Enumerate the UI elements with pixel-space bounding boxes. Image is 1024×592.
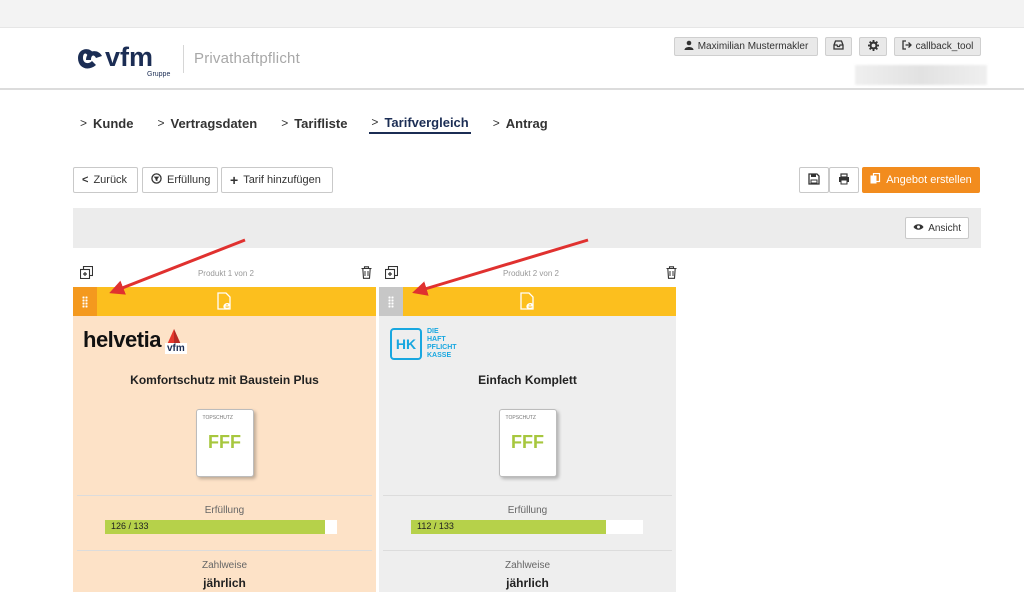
product-position-label: Produkt 1 von 2: [197, 269, 255, 278]
chevron-right-icon: >: [281, 116, 289, 130]
trash-icon[interactable]: [666, 266, 677, 282]
product-name: Einfach Komplett: [478, 373, 577, 387]
process-steps-nav: > Kunde > Vertragsdaten > Tarifliste > Tarif…: [78, 112, 570, 138]
chevron-right-icon: >: [80, 116, 88, 130]
filter-circle-icon: [151, 173, 162, 187]
app-title: Privathaftpflicht: [194, 50, 300, 67]
copy-document-icon: [870, 172, 881, 188]
step-vertragsdaten[interactable]: > Vertragsdaten: [155, 112, 259, 134]
step-kunde[interactable]: > Kunde: [78, 112, 135, 134]
document-e-icon[interactable]: e: [216, 292, 233, 311]
product-action-bar: e: [73, 287, 376, 316]
rating-seal: TOPSCHUTZ FFF: [195, 409, 254, 477]
browser-top-strip: [0, 0, 1024, 28]
logo-separator: [183, 45, 184, 73]
logout-label: callback_tool: [915, 41, 974, 52]
save-icon: [808, 172, 820, 188]
drag-handle[interactable]: [73, 287, 97, 316]
sign-out-icon: [901, 40, 912, 53]
plus-icon: +: [230, 172, 239, 188]
print-button[interactable]: [829, 167, 859, 193]
svg-text:e: e: [526, 299, 534, 311]
product-1-header: Produkt 1 von 2: [78, 265, 374, 284]
vfm-logo: vfm Gruppe: [78, 42, 170, 78]
divider: [77, 495, 372, 496]
drag-dots-icon: [388, 295, 394, 308]
logout-button[interactable]: callback_tool: [894, 37, 981, 56]
fulfillment-label: Erfüllung: [507, 505, 548, 516]
inbox-icon: [833, 40, 844, 53]
user-label: Maximilian Mustermakler: [697, 41, 809, 52]
product-name: Komfortschutz mit Baustein Plus: [130, 373, 319, 387]
inbox-button[interactable]: [825, 37, 852, 56]
product-position-label: Produkt 2 von 2: [502, 269, 560, 278]
fulfillment-label: Erfüllung: [204, 505, 245, 516]
print-icon: [838, 172, 850, 188]
chevron-right-icon: >: [157, 116, 165, 130]
view-button[interactable]: Ansicht: [905, 217, 969, 239]
user-icon: [684, 40, 694, 53]
save-button[interactable]: [799, 167, 829, 193]
gear-icon: [867, 39, 879, 54]
product-action-bar: e: [379, 287, 676, 316]
divider: [383, 550, 672, 551]
vfm-badge: vfm: [165, 343, 187, 354]
step-antrag[interactable]: > Antrag: [491, 112, 550, 134]
settings-button[interactable]: [859, 37, 887, 56]
user-button[interactable]: Maximilian Mustermakler: [674, 37, 818, 56]
app-header: vfm Gruppe Privathaftpflicht Maximilian …: [0, 28, 1024, 90]
insurer-logo: helvetia vfm: [83, 327, 187, 361]
step-tarifvergleich[interactable]: > Tarifvergleich: [369, 112, 471, 134]
chevron-left-icon: <: [82, 174, 89, 186]
fulfillment-progress: 126 / 133: [105, 520, 337, 534]
fulfillment-progress: 112 / 133: [411, 520, 643, 534]
product-card-1: e helvetia vfm Komfortschutz mit Baustei…: [73, 287, 376, 592]
blurred-user-info: [855, 65, 987, 85]
add-tariff-button[interactable]: + Tarif hinzufügen: [221, 167, 333, 193]
fulfillment-button[interactable]: Erfüllung: [142, 167, 218, 193]
divider: [77, 550, 372, 551]
payment-label: Zahlweise: [504, 560, 551, 571]
chevron-right-icon: >: [492, 116, 500, 130]
chevron-right-icon: >: [371, 115, 379, 129]
svg-text:Gruppe: Gruppe: [147, 71, 170, 78]
drag-handle[interactable]: [379, 287, 403, 316]
rating-seal: TOPSCHUTZ FFF: [498, 409, 557, 477]
payment-label: Zahlweise: [201, 560, 248, 571]
eye-icon: [913, 223, 924, 234]
comparison-toolbar-panel: Ansicht: [73, 208, 981, 248]
create-offer-button[interactable]: Angebot erstellen: [862, 167, 980, 193]
step-tarifliste[interactable]: > Tarifliste: [279, 112, 349, 134]
svg-text:e: e: [223, 299, 231, 311]
payment-value: jährlich: [506, 576, 549, 590]
hk-logo-mark: HK: [390, 328, 422, 360]
drag-dots-icon: [82, 295, 88, 308]
payment-value: jährlich: [203, 576, 246, 590]
hk-logo-text: DIE HAFT PFLICHT KASSE: [427, 328, 457, 359]
trash-icon[interactable]: [361, 266, 372, 282]
product-2-header: Produkt 2 von 2: [383, 265, 679, 284]
svg-text:vfm: vfm: [105, 42, 153, 72]
product-card-2: e HK DIE HAFT PFLICHT KASSE Einfach Komp…: [379, 287, 676, 592]
divider: [383, 495, 672, 496]
back-button[interactable]: < Zurück: [73, 167, 138, 193]
document-e-icon[interactable]: e: [519, 292, 536, 311]
